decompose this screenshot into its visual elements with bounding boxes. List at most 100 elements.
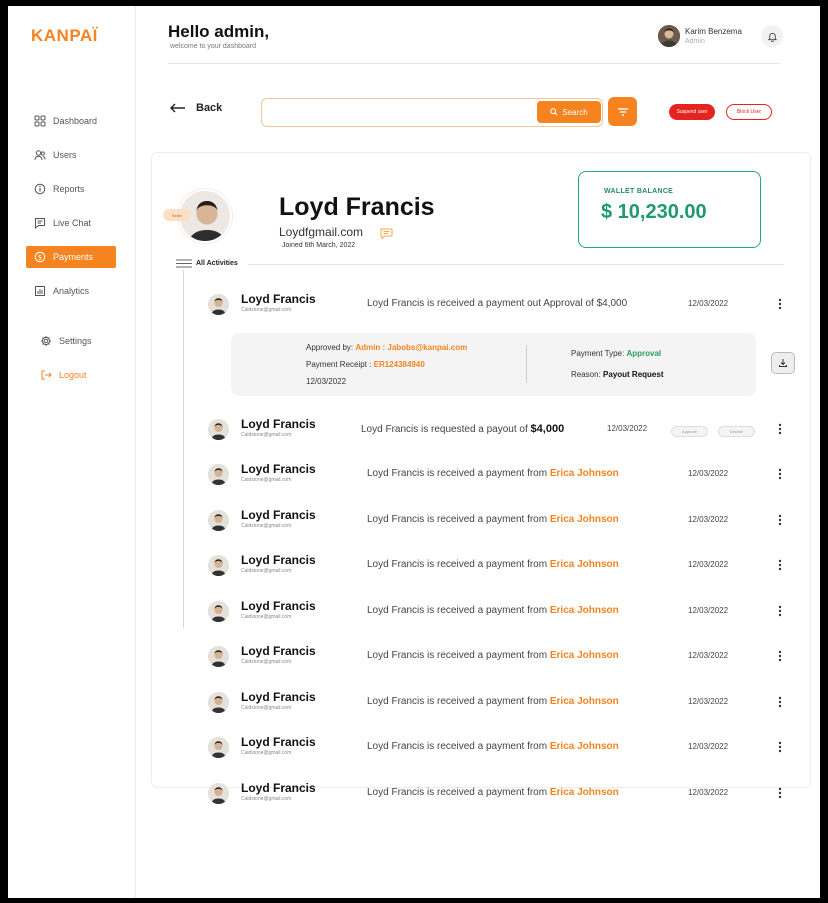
activity-message-text: Loyd Francis is received a payment from	[367, 559, 548, 570]
more-options-button[interactable]	[776, 296, 784, 312]
avatar[interactable]	[658, 25, 680, 47]
notification-button[interactable]	[761, 25, 783, 47]
activity-row[interactable]: Loyd Francis Caldstone@gmail.com Loyd Fr…	[208, 733, 793, 763]
avatar	[208, 737, 229, 758]
users-icon	[34, 149, 46, 161]
sidebar-item-live-chat[interactable]: Live Chat	[26, 212, 116, 234]
activity-user-email: Caldstone@gmail.com	[241, 659, 292, 665]
activity-message-text: Loyd Francis is requested a payout of	[361, 424, 528, 435]
search-input[interactable]	[270, 99, 530, 125]
kebab-icon	[778, 298, 782, 310]
payer-name[interactable]: Erica Johnson	[550, 787, 619, 798]
kebab-icon	[778, 514, 782, 525]
activity-row[interactable]: Loyd Francis Caldstone@gmail.com Loyd Fr…	[208, 688, 793, 718]
activity-user-email: Caldstone@gmail.com	[241, 522, 292, 529]
approved-by-label: Approved by:	[306, 343, 354, 352]
all-activities-header[interactable]: All Activities	[176, 259, 238, 268]
header-divider	[168, 63, 780, 64]
activity-date: 12/03/2022	[688, 560, 729, 569]
activity-date: 12/03/2022	[607, 424, 648, 433]
activity-message: Loyd Francis is received a payment from …	[367, 650, 619, 661]
activity-row[interactable]: Loyd Francis Caldstone@gmail.com Loyd Fr…	[208, 506, 793, 536]
activity-row[interactable]: Loyd Francis Caldstone@gmail.com Loyd Fr…	[208, 642, 793, 672]
sidebar-item-label: Settings	[59, 336, 92, 346]
more-options-button[interactable]	[776, 421, 784, 437]
activity-row[interactable]: Loyd Francis Caldstone@gmail.com Loyd Fr…	[208, 460, 793, 490]
activity-row[interactable]: Loyd Francis Caldstone@gmail.com Loyd Fr…	[208, 597, 793, 627]
download-button[interactable]	[771, 352, 795, 374]
sidebar-item-settings[interactable]: Settings	[32, 330, 122, 352]
avatar	[208, 555, 229, 576]
sidebar-item-logout[interactable]: Logout	[32, 364, 122, 386]
activity-user-name: Loyd Francis	[241, 780, 316, 795]
sidebar-item-users[interactable]: Users	[26, 144, 116, 166]
activity-message: Loyd Francis is requested a payout of $4…	[361, 423, 564, 435]
approve-button[interactable]: Approve	[671, 426, 708, 437]
wallet-balance-card: WALLET BALANCE $ 10,230.00	[578, 171, 761, 248]
receipt-value[interactable]: ER124384940	[374, 360, 425, 369]
suspend-user-button[interactable]: Suspend user	[669, 104, 715, 120]
payer-name[interactable]: Erica Johnson	[550, 468, 619, 479]
activity-row[interactable]: Loyd Francis Caldstone@gmail.com Loyd Fr…	[208, 551, 793, 581]
payer-name[interactable]: Erica Johnson	[550, 650, 619, 661]
activity-user-email: Caldstone@gmail.com	[241, 477, 292, 483]
activity-date: 12/03/2022	[688, 469, 729, 478]
sidebar-item-payments[interactable]: $ Payments	[26, 246, 116, 268]
activity-message: Loyd Francis is received a payment from …	[367, 559, 619, 570]
kebab-icon	[778, 423, 782, 435]
activity-message-text: Loyd Francis is received a payment from	[367, 650, 548, 661]
more-options-button[interactable]	[776, 512, 784, 528]
more-options-button[interactable]	[776, 739, 784, 755]
profile-joined-date: Joined 6th March, 2022	[282, 242, 356, 249]
activity-user-email: Caldstone@gmail.com	[241, 795, 292, 802]
back-label: Back	[196, 102, 223, 114]
activity-user-name: Loyd Francis	[241, 507, 316, 522]
arrow-left-icon	[170, 103, 185, 113]
kebab-icon	[778, 559, 782, 571]
kebab-icon	[778, 696, 782, 707]
more-options-button[interactable]	[776, 648, 784, 664]
avatar	[208, 691, 229, 713]
approved-by-value: Admin : Jabobs@kanpai.com	[355, 343, 468, 352]
all-activities-label: All Activities	[196, 260, 238, 267]
profile-name: Loyd Francis	[279, 193, 435, 221]
activity-message: Loyd Francis is received a payment from …	[367, 468, 619, 479]
activity-message: Loyd Francis is received a payment from …	[367, 741, 619, 752]
wallet-label: WALLET BALANCE	[604, 188, 674, 195]
message-user-button[interactable]	[380, 226, 393, 244]
payer-name[interactable]: Erica Johnson	[550, 559, 619, 570]
decline-button[interactable]: Decline	[718, 426, 755, 437]
activity-user-email: Caldstone@gmail.com	[241, 568, 292, 574]
sidebar-item-reports[interactable]: Reports	[26, 178, 116, 200]
payment-date: 12/03/2022	[306, 377, 347, 386]
filter-button[interactable]	[608, 97, 637, 126]
brand-logo[interactable]: KANPAÏ	[31, 26, 98, 46]
sidebar-item-analytics[interactable]: Analytics	[26, 280, 116, 302]
reason-label: Reason:	[571, 370, 601, 379]
block-user-button[interactable]: Block User	[726, 104, 772, 120]
payer-name[interactable]: Erica Johnson	[550, 741, 619, 752]
more-options-button[interactable]	[776, 603, 784, 619]
more-options-button[interactable]	[776, 466, 784, 482]
more-options-button[interactable]	[776, 694, 784, 710]
kebab-icon	[778, 741, 782, 753]
activity-row[interactable]: Loyd Francis Caldstone@gmail.com Loyd Fr…	[208, 779, 793, 809]
search-button[interactable]: Search	[537, 101, 601, 123]
sidebar: KANPAÏ Dashboard Users Reports Live Chat…	[8, 6, 136, 898]
logout-icon	[40, 369, 52, 381]
activity-user-email: Caldstone@gmail.com	[241, 432, 292, 438]
sidebar-item-dashboard[interactable]: Dashboard	[26, 110, 116, 132]
more-options-button[interactable]	[776, 785, 784, 801]
back-button[interactable]: Back	[170, 102, 222, 114]
activity-date: 12/03/2022	[688, 696, 729, 706]
activity-user-email: Caldstone@gmail.com	[241, 307, 292, 313]
payer-name[interactable]: Erica Johnson	[550, 696, 619, 707]
more-options-button[interactable]	[776, 557, 784, 573]
activity-row[interactable]: Loyd Francis Caldstone@gmail.com Loyd Fr…	[208, 290, 793, 320]
activity-row[interactable]: Loyd Francis Caldstone@gmail.com Loyd Fr…	[208, 415, 793, 445]
activity-date: 12/03/2022	[688, 299, 729, 308]
page-title: Hello admin,	[168, 22, 270, 41]
bell-icon	[767, 32, 777, 42]
payer-name[interactable]: Erica Johnson	[550, 514, 619, 525]
payer-name[interactable]: Erica Johnson	[550, 605, 619, 616]
